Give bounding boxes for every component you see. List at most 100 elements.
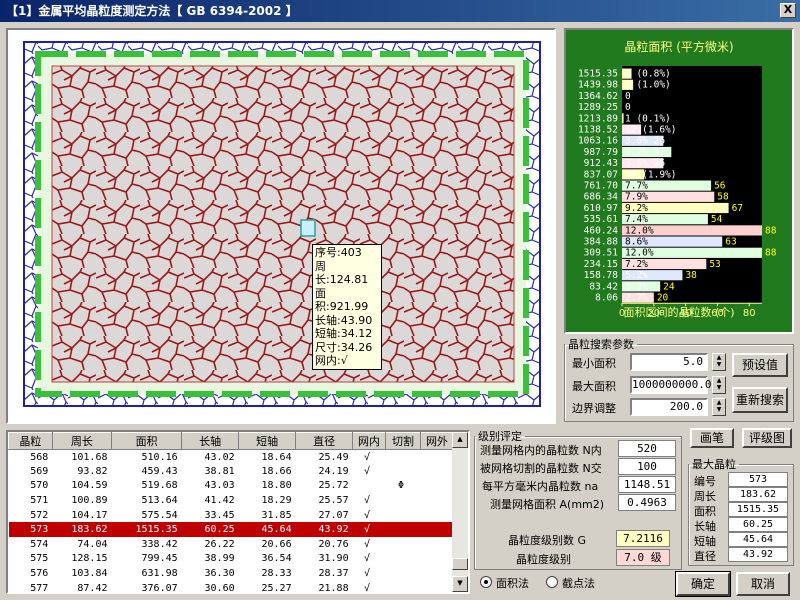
table-cell: 43.03	[204, 480, 235, 492]
tooltip-line: 网内:√	[315, 354, 348, 367]
grade-value: 1148.51	[618, 476, 676, 493]
chart-category-label: 8.06	[595, 293, 618, 304]
table-row[interactable]: 570 104.59 519.68 43.03 18.80 25.72 Φ	[9, 479, 454, 494]
area-method-label[interactable]: 面积法	[496, 575, 529, 591]
grade-value: 520	[618, 440, 676, 457]
close-icon: X	[783, 3, 793, 16]
col-header[interactable]: 周长	[51, 432, 113, 450]
border-adjust-label: 边界调整	[572, 402, 616, 415]
table-cell: 568	[30, 451, 49, 463]
research-button[interactable]: 重新搜索	[732, 387, 788, 413]
table-row[interactable]: 577 87.42 376.07 30.60 25.27 21.88 √	[9, 581, 454, 594]
table-cell: 128.15	[71, 553, 108, 565]
intercept-method-radio[interactable]	[546, 576, 558, 588]
table-cell: 33.45	[204, 509, 235, 521]
table-row[interactable]: 574 74.04 338.42 26.22 20.66 20.76 √	[9, 537, 454, 552]
grade-value: 100	[618, 458, 676, 475]
table-cell	[385, 581, 420, 592]
chart-value-label: 54	[711, 214, 723, 225]
table-row[interactable]: 571 100.89 513.64 41.42 18.29 25.57 √	[9, 493, 454, 508]
col-header[interactable]: 面积	[110, 432, 183, 450]
chart-category-label: 837.07	[584, 169, 618, 180]
max-area-input[interactable]: 1000000000.0	[630, 376, 711, 394]
tooltip-line: 序号:403	[315, 246, 362, 259]
chart-data-label: 12.0%	[625, 248, 654, 259]
table-cell: 459.43	[141, 465, 178, 477]
col-header[interactable]: 直径	[295, 432, 354, 450]
grade-label: 测量网格内的晶粒数 N内	[480, 444, 602, 457]
chart-category-label: 158.78	[584, 270, 619, 281]
table-row[interactable]: 569 93.82 459.43 38.81 18.66 24.19 √	[9, 464, 454, 479]
micrograph-image[interactable]	[8, 30, 554, 422]
chart-value-label: 58	[717, 192, 729, 203]
table-cell: √	[364, 451, 371, 463]
micrograph-panel[interactable]: 序号:403 周长:124.81 面积:921.99 长轴:43.90 短轴:3…	[6, 28, 556, 424]
chart-data-label: 0	[625, 102, 631, 113]
table-cell	[385, 537, 420, 552]
chart-category-label: 761.70	[584, 181, 619, 192]
table-scrollbar[interactable]: ▲ ▼	[452, 432, 468, 592]
table-cell: 36.54	[261, 553, 292, 565]
table-cell: 25.27	[261, 582, 292, 594]
table-cell: 38.99	[204, 553, 235, 565]
chart-category-label: 987.79	[584, 147, 619, 158]
table-row[interactable]: 576 103.84 631.98 36.30 28.33 28.37 √	[9, 566, 454, 581]
table-cell: 510.16	[141, 451, 178, 463]
grade-value: 0.4963	[618, 494, 676, 511]
chart-category-label: 686.34	[584, 192, 619, 203]
table-cell: 569	[30, 465, 49, 477]
max-grain-value: 45.64	[728, 532, 788, 547]
table-row[interactable]: 573 183.62 1515.35 60.25 45.64 43.92 √	[8, 522, 454, 538]
table-cell: 18.29	[261, 495, 292, 507]
table-cell: Φ	[397, 480, 405, 492]
table-row[interactable]: 568 101.68 510.16 43.02 18.64 25.49 √	[9, 450, 454, 465]
preset-button[interactable]: 预设值	[732, 353, 788, 377]
col-header[interactable]: 网外	[420, 432, 454, 450]
ok-button[interactable]: 确定	[675, 571, 731, 597]
max-area-stepper[interactable]: ▲ ▼	[712, 376, 726, 394]
area-method-radio[interactable]	[480, 576, 492, 588]
table-cell: 103.84	[71, 568, 108, 580]
pen-button[interactable]: 画笔	[690, 428, 734, 448]
window-title: 【1】金属平均晶粒度测定方法【 GB 6394-2002 】	[6, 4, 298, 18]
scroll-thumb[interactable]	[452, 558, 468, 570]
table-cell: 571	[30, 495, 49, 507]
chart-value-label: 63	[725, 237, 736, 248]
table-cell: 18.80	[261, 480, 292, 492]
min-area-stepper[interactable]: ▲ ▼	[712, 353, 726, 371]
grain-table: 晶粒 周长 面积 长轴 短轴 直径 网内 切割 网外 568 101.68 510.…	[8, 432, 454, 594]
col-header[interactable]: 晶粒	[8, 432, 53, 450]
chart-value-label: 53	[709, 259, 720, 270]
chart-data-label: 12.0%	[625, 225, 654, 236]
max-grain-value: 60.25	[728, 517, 788, 532]
col-header[interactable]: 切割	[384, 432, 422, 450]
chart-category-label: 912.43	[584, 158, 618, 169]
report-chart-button[interactable]: 评级图	[742, 428, 792, 448]
table-cell	[385, 464, 420, 479]
max-grain-legend: 最大晶粒	[692, 458, 736, 471]
col-header[interactable]: 短轴	[238, 432, 297, 450]
close-button[interactable]: X	[780, 3, 796, 18]
min-area-input[interactable]: 5.0	[630, 353, 708, 371]
table-row[interactable]: 572 104.17 575.54 33.45 31.85 27.07 √	[9, 508, 454, 523]
border-adjust-input[interactable]: 200.0	[630, 398, 708, 416]
table-cell: 93.82	[77, 465, 108, 477]
table-cell: 1515.35	[111, 522, 182, 538]
chart-category-label: 610.97	[584, 203, 618, 214]
chart-value-label: 38	[685, 270, 697, 281]
grade-label: 测量网格面积 A(mm2)	[490, 498, 605, 511]
border-adjust-stepper[interactable]: ▲ ▼	[712, 398, 726, 416]
scroll-down-button[interactable]: ▼	[452, 576, 468, 592]
chart-data-label: 2.7%	[625, 293, 648, 304]
table-cell: 24.19	[318, 465, 349, 477]
table-cell: 577	[30, 582, 49, 594]
col-header[interactable]: 长轴	[181, 432, 240, 450]
cancel-button[interactable]: 取消	[736, 572, 790, 596]
table-row[interactable]: 575 128.15 799.45 38.99 36.54 31.90 √	[9, 552, 454, 567]
col-header[interactable]: 网内	[352, 432, 386, 450]
title-bar: 【1】金属平均晶粒度测定方法【 GB 6394-2002 】 X	[0, 0, 800, 22]
chart-data-label: 7.2%	[625, 259, 648, 270]
chart-value-label: 24	[663, 281, 675, 292]
scroll-up-button[interactable]: ▲	[452, 432, 468, 448]
intercept-method-label[interactable]: 截点法	[562, 575, 595, 591]
